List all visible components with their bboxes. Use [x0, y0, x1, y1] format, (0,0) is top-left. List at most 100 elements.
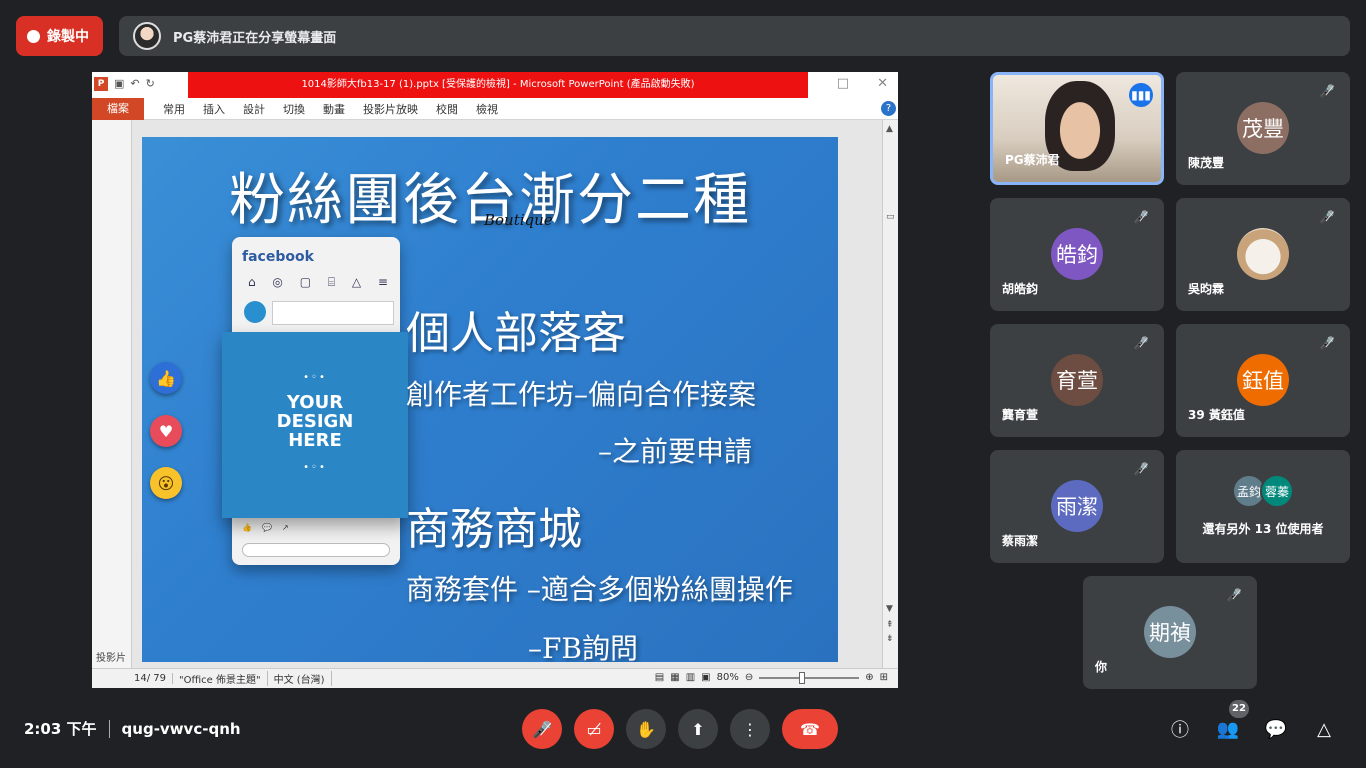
globe-icon: ◎	[272, 275, 283, 289]
hand-icon: ✋	[636, 719, 656, 739]
activities-icon: △	[1317, 718, 1331, 740]
activities-button[interactable]: △	[1309, 714, 1339, 744]
language: 中文 (台灣)	[268, 671, 332, 686]
mic-toggle-button[interactable]: 🎤̸	[522, 709, 562, 749]
leave-call-button[interactable]: ☎	[782, 709, 838, 749]
store-icon: ⌸	[327, 275, 336, 289]
slideshow-view-icon: ▣	[701, 672, 711, 683]
ppt-window-title: 1014影師大fb13-17 (1).pptx [受保護的檢視] - Micro…	[188, 72, 808, 98]
zoom-slider	[759, 671, 860, 684]
scroll-thumb: ▭	[886, 212, 895, 222]
tv-icon: ▢	[299, 275, 312, 289]
participant-name: 胡皓鈞	[1002, 282, 1039, 296]
recording-indicator[interactable]: 錄製中	[16, 16, 103, 56]
zoom-in-icon: ⊕	[865, 672, 874, 683]
participant-tile-presenter[interactable]: ▮▮▮ PG蔡沛君	[990, 72, 1164, 185]
more-options-button[interactable]: ⋮	[730, 709, 770, 749]
participant-name: 陳茂豐	[1188, 156, 1225, 170]
participant-tile[interactable]: 🎤̸ 皓鈞 胡皓鈞	[990, 198, 1164, 311]
participant-name: PG蔡沛君	[1005, 153, 1060, 167]
share-action-icon: ↗	[281, 523, 289, 532]
recording-label: 錄製中	[47, 29, 89, 45]
present-screen-icon: ⬆	[691, 719, 705, 739]
participant-avatar: 鈺值	[1237, 354, 1289, 406]
participant-tile[interactable]: 🎤̸ 鈺值 39 黃鈺值	[1176, 324, 1350, 437]
prev-slide-icon: ⇞	[886, 620, 894, 630]
mic-muted-icon: 🎤̸	[1319, 336, 1335, 350]
sorter-view-icon: ▦	[670, 672, 680, 683]
powerpoint-logo-icon: P	[94, 77, 108, 91]
undo-icon: ↶	[130, 77, 140, 90]
close-icon: ✕	[877, 76, 888, 91]
scroll-down-icon: ▼	[886, 604, 893, 614]
meeting-code[interactable]: qug-vwvc-qnh	[122, 720, 241, 738]
record-dot-icon	[27, 29, 40, 43]
participant-name: 龔育萱	[1002, 408, 1039, 422]
maximize-icon: □	[836, 76, 850, 91]
profile-circle	[244, 301, 266, 323]
others-tile[interactable]: 孟鈞 蓉蓁 還有另外 13 位使用者	[1176, 450, 1350, 563]
window-controls: □ ✕	[837, 76, 888, 91]
tab-insert: 插入	[203, 102, 225, 116]
participant-avatar: 茂豐	[1237, 102, 1289, 154]
ppt-slides-pane: 投影片	[92, 120, 132, 668]
slide: 粉絲團後台漸分二種 Boutique facebook ⌂ ◎ ▢ ⌸ △ ≡ …	[142, 137, 838, 662]
tab-view: 檢視	[476, 102, 498, 116]
heading-commerce: 商務商城	[406, 504, 582, 555]
presenter-avatar	[133, 22, 161, 50]
info-icon: ⓘ	[1171, 720, 1189, 741]
ppt-titlebar: P ▣ ↶ ↻ 1014影師大fb13-17 (1).pptx [受保護的檢視]…	[92, 72, 898, 98]
participant-name: 39 黃鈺值	[1188, 408, 1245, 422]
mic-muted-icon: 🎤̸	[1319, 210, 1335, 224]
tab-transitions: 切換	[283, 102, 305, 116]
participant-avatar: 育萱	[1051, 354, 1103, 406]
save-icon: ▣	[114, 77, 125, 90]
tab-animations: 動畫	[323, 102, 345, 116]
like-action-icon: 👍	[242, 523, 252, 532]
mic-muted-icon: 🎤̸	[1133, 462, 1149, 476]
phone-hangup-icon: ☎	[800, 719, 820, 739]
people-button[interactable]: 👥	[1213, 714, 1243, 744]
participant-avatar: 皓鈞	[1051, 228, 1103, 280]
slide-counter: 14/ 79	[128, 673, 173, 684]
participant-tile[interactable]: 🎤̸ 吳昀霖	[1176, 198, 1350, 311]
fit-window-icon: ⊞	[879, 672, 888, 683]
participant-tile[interactable]: 🎤̸ 雨潔 蔡雨潔	[990, 450, 1164, 563]
design-placeholder-text: YOUR DESIGN HERE	[276, 392, 354, 451]
tab-design: 設計	[243, 102, 265, 116]
participant-name: 吳昀霖	[1188, 282, 1225, 296]
camera-toggle-button[interactable]: ▭̸	[574, 709, 614, 749]
present-button[interactable]: ⬆	[678, 709, 718, 749]
raise-hand-button[interactable]: ✋	[626, 709, 666, 749]
meeting-info: 2:03 下午 qug-vwvc-qnh	[24, 718, 241, 739]
chat-button[interactable]: 💬	[1261, 714, 1291, 744]
reading-view-icon: ▥	[685, 672, 696, 683]
more-vert-icon: ⋮	[742, 719, 758, 739]
zoom-level: 80%	[716, 672, 739, 683]
participant-tile-self[interactable]: 🎤̸ 期禎 你	[1083, 576, 1257, 689]
comment-box	[242, 543, 390, 557]
heading-personal-blogger: 個人部落客	[406, 308, 626, 359]
divider	[108, 719, 110, 738]
heart-reaction-icon: ♥	[150, 415, 182, 447]
bell-icon: △	[351, 275, 362, 289]
participant-tile[interactable]: 🎤̸ 茂豐 陳茂豐	[1176, 72, 1350, 185]
help-icon: ?	[881, 101, 896, 116]
facebook-nav-icons: ⌂ ◎ ▢ ⌸ △ ≡	[248, 275, 388, 290]
participant-tile[interactable]: 🎤̸ 育萱 龔育萱	[990, 324, 1164, 437]
quick-access-toolbar: P ▣ ↶ ↻	[94, 77, 155, 91]
zoom-controls: ▤ ▦ ▥ ▣ 80% ⊖ ⊕ ⊞	[655, 671, 888, 684]
status-input	[272, 301, 394, 325]
mic-muted-icon: 🎤̸	[1133, 210, 1149, 224]
mic-muted-icon: 🎤̸	[1133, 336, 1149, 350]
tab-home: 常用	[163, 102, 185, 116]
participant-avatar: 期禎	[1144, 606, 1196, 658]
zoom-out-icon: ⊖	[744, 672, 754, 683]
scroll-up-icon: ▲	[886, 124, 893, 134]
meeting-details-button[interactable]: ⓘ	[1165, 714, 1195, 744]
shared-screen: P ▣ ↶ ↻ 1014影師大fb13-17 (1).pptx [受保護的檢視]…	[92, 72, 898, 688]
wow-reaction-icon: 😮	[150, 467, 182, 499]
meeting-time: 2:03 下午	[24, 720, 97, 738]
camera-off-icon: ▭̸	[586, 719, 602, 739]
participant-name: 你	[1095, 660, 1108, 674]
